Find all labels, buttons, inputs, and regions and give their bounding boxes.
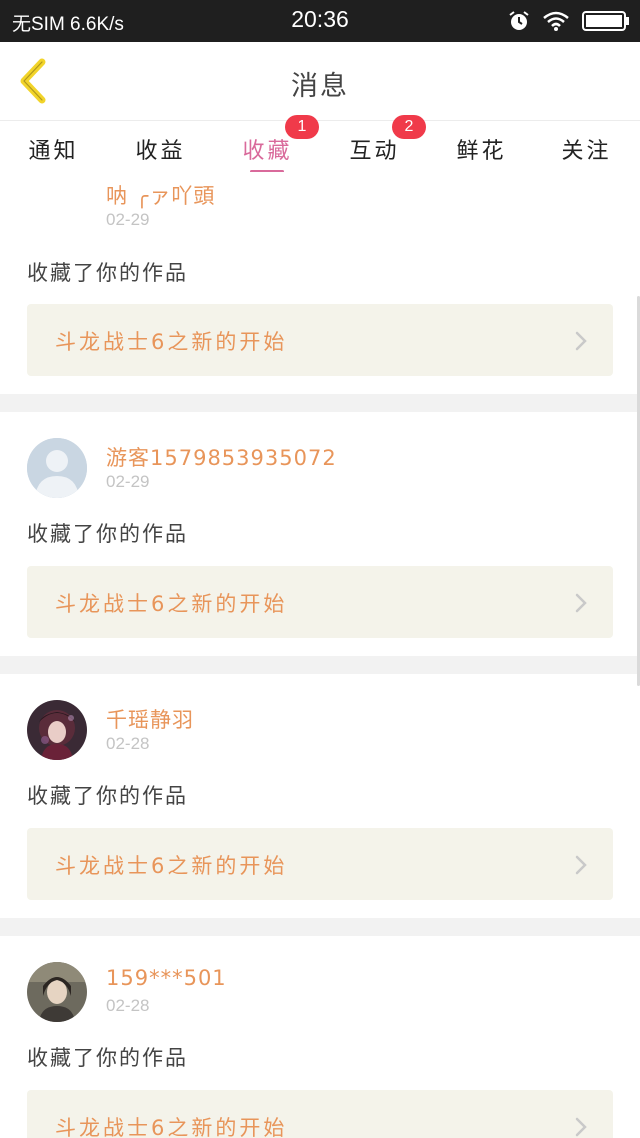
anime-character-avatar-icon bbox=[27, 962, 87, 1022]
date: 02-29 bbox=[106, 472, 150, 491]
work-link[interactable]: 斗龙战士6之新的开始 bbox=[27, 1090, 613, 1138]
action-text: 收藏了你的作品 bbox=[27, 1046, 188, 1070]
list-item[interactable]: 呐 ╭ァ吖頭 02-29 收藏了你的作品 斗龙战士6之新的开始 bbox=[0, 172, 640, 394]
alarm-icon bbox=[508, 10, 530, 32]
chevron-right-icon bbox=[575, 1117, 587, 1138]
chevron-right-icon bbox=[575, 331, 587, 355]
tab-label: 收益 bbox=[135, 139, 186, 164]
tab-interactions[interactable]: 互动 2 bbox=[321, 115, 428, 173]
date: 02-29 bbox=[106, 210, 150, 229]
status-bar: 无SIM 6.6K/s 20:36 bbox=[0, 0, 640, 42]
page-title: 消息 bbox=[291, 71, 349, 102]
anime-girl-avatar-icon bbox=[27, 700, 87, 760]
tab-favorites[interactable]: 收藏 1 bbox=[214, 115, 321, 173]
list-item[interactable]: 千瑶静羽 02-28 收藏了你的作品 斗龙战士6之新的开始 bbox=[0, 674, 640, 918]
username[interactable]: 159***501 bbox=[106, 966, 227, 990]
avatar[interactable] bbox=[27, 438, 87, 498]
username[interactable]: 游客15798539350​72 bbox=[106, 442, 337, 472]
action-text: 收藏了你的作品 bbox=[27, 784, 188, 808]
date: 02-28 bbox=[106, 734, 150, 753]
avatar[interactable] bbox=[27, 962, 87, 1022]
wifi-icon bbox=[542, 10, 570, 32]
tab-label: 关注 bbox=[561, 139, 612, 164]
tab-label: 收藏 bbox=[242, 139, 293, 164]
list-item[interactable]: 159***501 02-28 收藏了你的作品 斗龙战士6之新的开始 bbox=[0, 936, 640, 1138]
tab-notifications[interactable]: 通知 bbox=[0, 121, 107, 173]
action-text: 收藏了你的作品 bbox=[27, 261, 188, 285]
date: 02-28 bbox=[106, 996, 150, 1015]
action-text: 收藏了你的作品 bbox=[27, 522, 188, 546]
tab-label: 通知 bbox=[28, 139, 79, 164]
status-icons bbox=[508, 9, 630, 33]
work-link[interactable]: 斗龙战士6之新的开始 bbox=[27, 566, 613, 638]
chevron-right-icon bbox=[575, 593, 587, 617]
tab-earnings[interactable]: 收益 bbox=[107, 121, 214, 173]
work-link[interactable]: 斗龙战士6之新的开始 bbox=[27, 304, 613, 376]
battery-icon bbox=[582, 10, 630, 32]
tab-label: 鲜花 bbox=[456, 139, 507, 164]
work-title: 斗龙战士6之新的开始 bbox=[55, 330, 288, 354]
work-link[interactable]: 斗龙战士6之新的开始 bbox=[27, 828, 613, 900]
tab-bar: 通知 收益 收藏 1 互动 2 鲜花 关注 bbox=[0, 115, 640, 173]
list-item[interactable]: 游客15798539350​72 02-29 收藏了你的作品 斗龙战士6之新的开… bbox=[0, 412, 640, 656]
tab-label: 互动 bbox=[349, 139, 400, 164]
username[interactable]: 呐 ╭ァ吖頭 bbox=[106, 180, 215, 210]
unread-badge: 2 bbox=[392, 115, 426, 139]
work-title: 斗龙战士6之新的开始 bbox=[55, 854, 288, 878]
username[interactable]: 千瑶静羽 bbox=[106, 704, 194, 734]
tab-flowers[interactable]: 鲜花 bbox=[428, 121, 535, 173]
default-user-avatar-icon bbox=[27, 438, 87, 498]
unread-badge: 1 bbox=[285, 115, 319, 139]
work-title: 斗龙战士6之新的开始 bbox=[55, 1116, 288, 1138]
header: 消息 bbox=[0, 42, 640, 120]
avatar[interactable] bbox=[27, 700, 87, 760]
chevron-right-icon bbox=[575, 855, 587, 879]
work-title: 斗龙战士6之新的开始 bbox=[55, 592, 288, 616]
tab-follow[interactable]: 关注 bbox=[533, 121, 640, 173]
